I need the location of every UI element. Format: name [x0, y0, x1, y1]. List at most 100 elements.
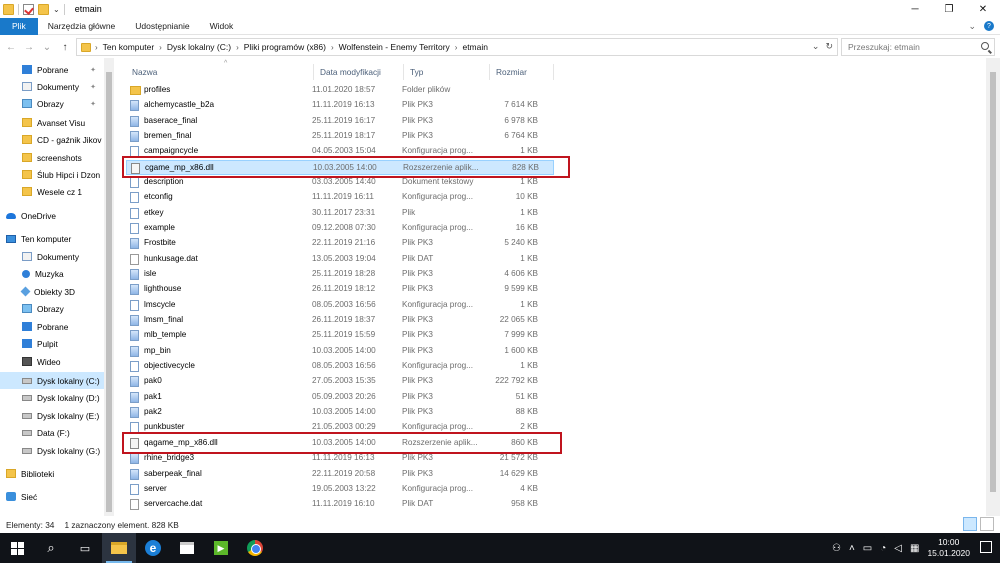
minimize-button[interactable]: ─ [898, 0, 932, 18]
sidebar-item[interactable]: Avanset Visu [0, 114, 104, 131]
sidebar-item[interactable]: Dysk lokalny (G:) [0, 442, 104, 459]
file-row[interactable]: objectivecycle 08.05.2003 16:56 Konfigurac… [126, 359, 554, 374]
sidebar-item[interactable]: Pulpit [0, 335, 104, 352]
forward-button[interactable]: → [22, 42, 36, 53]
file-row[interactable]: Frostbite 22.11.2019 21:16 Plik PK3 5 240 K… [126, 236, 554, 251]
task-view-button[interactable]: ▭ [68, 533, 102, 563]
sidebar-item[interactable]: Obrazy [0, 300, 104, 317]
sidebar-item[interactable]: Dokumenty [0, 248, 104, 265]
file-size: 88 KB [515, 407, 538, 417]
column-header-date[interactable]: Data modyfikacji [314, 64, 404, 80]
file-row[interactable]: pak1 05.09.2003 20:26 Plik PK3 51 KB [126, 390, 554, 405]
tab-home[interactable]: Narzędzia główne [38, 18, 126, 35]
chrome-taskbar-button[interactable] [238, 533, 272, 563]
file-row[interactable]: lighthouse 26.11.2019 18:12 Plik PK3 9 599 … [126, 282, 554, 297]
show-hidden-icons-button[interactable]: ˄ [849, 543, 855, 554]
clock[interactable]: 10:00 15.01.2020 [927, 537, 970, 559]
tab-file[interactable]: Plik [0, 17, 38, 35]
sidebar-item[interactable]: Pobrane ✦ [0, 61, 104, 78]
tab-view[interactable]: Widok [200, 18, 244, 35]
file-row[interactable]: pak0 27.05.2003 15:35 Plik PK3 222 792 KB [126, 374, 554, 389]
column-header-size[interactable]: Rozmiar [490, 64, 554, 80]
file-row[interactable]: lmsm_final 26.11.2019 18:37 Plik PK3 22 065… [126, 313, 554, 328]
sidebar-item[interactable]: Obrazy ✦ [0, 95, 104, 112]
tab-share[interactable]: Udostępnianie [125, 18, 199, 35]
battery-icon[interactable]: ▭ [863, 543, 872, 554]
sidebar-item[interactable]: Data (F:) [0, 424, 104, 441]
sidebar-item[interactable]: Wideo [0, 353, 104, 370]
file-row[interactable]: isle 25.11.2019 18:28 Plik PK3 4 606 KB [126, 267, 554, 282]
maximize-button[interactable]: ❐ [932, 0, 966, 18]
scrollbar-thumb[interactable] [990, 72, 996, 492]
file-row[interactable]: saberpeak_final 22.11.2019 20:58 Plik PK3 1… [126, 467, 554, 482]
file-row[interactable]: server 19.05.2003 13:22 Konfiguracja prog.… [126, 482, 554, 497]
customize-toolbar-button[interactable]: ⌄ [53, 5, 60, 14]
breadcrumb-etmain[interactable]: etmain [462, 42, 488, 52]
back-button[interactable]: ← [4, 42, 18, 53]
file-row[interactable]: bremen_final 25.11.2019 18:17 Plik PK3 6 76… [126, 129, 554, 144]
column-header-type[interactable]: Typ [404, 64, 490, 80]
start-button[interactable] [0, 533, 34, 563]
search-taskbar-button[interactable]: ⌕ [34, 533, 68, 563]
file-name: saberpeak_final [144, 468, 202, 478]
sidebar-item[interactable]: Pobrane [0, 318, 104, 335]
notification-center-icon[interactable] [980, 541, 992, 553]
sidebar-item[interactable]: Biblioteki [0, 465, 104, 482]
file-row[interactable]: mp_bin 10.03.2005 14:00 Plik PK3 1 600 KB [126, 344, 554, 359]
file-row[interactable]: profiles 11.01.2020 18:57 Folder plików [126, 83, 554, 98]
input-indicator-icon[interactable]: ▦ [910, 543, 919, 554]
new-folder-icon[interactable] [38, 3, 49, 15]
sidebar-item[interactable]: Ślub Hipci i Dzon [0, 166, 104, 183]
properties-icon[interactable] [23, 3, 34, 15]
sidebar-item[interactable]: Ten komputer [0, 230, 104, 247]
file-row[interactable]: etconfig 11.11.2019 16:11 Konfiguracja pro… [126, 190, 554, 205]
sidebar-item[interactable]: Dysk lokalny (E:) [0, 407, 104, 424]
file-row[interactable]: hunkusage.dat 13.05.2003 19:04 Plik DAT 1 K… [126, 252, 554, 267]
sidebar-item[interactable]: Wesele cz 1 [0, 183, 104, 200]
help-icon[interactable]: ? [984, 21, 994, 31]
file-row[interactable]: example 09.12.2008 07:30 Konfiguracja prog… [126, 221, 554, 236]
up-button[interactable]: ↑ [58, 42, 72, 53]
file-row[interactable]: servercache.dat 11.11.2019 16:10 Plik DAT 9… [126, 497, 554, 512]
file-row[interactable]: etkey 30.11.2017 23:31 Plik 1 KB [126, 206, 554, 221]
search-input[interactable]: Przeszukaj: etmain [841, 38, 995, 56]
breadcrumb-wolfenstein[interactable]: Wolfenstein - Enemy Territory [339, 42, 450, 52]
file-row[interactable]: pak2 10.03.2005 14:00 Plik PK3 88 KB [126, 405, 554, 420]
sidebar-item[interactable]: Sieć [0, 488, 104, 505]
store-taskbar-button[interactable] [170, 533, 204, 563]
sidebar-item[interactable]: Dysk lokalny (C:) [0, 372, 104, 389]
refresh-icon[interactable]: ↻ [825, 41, 833, 52]
sidebar-item[interactable]: Obiekty 3D [0, 283, 104, 300]
media-player-taskbar-button[interactable]: ▶ [204, 533, 238, 563]
file-row[interactable]: lmscycle 08.05.2003 16:56 Konfiguracja pro… [126, 298, 554, 313]
expand-ribbon-button[interactable]: ⌄ [968, 21, 976, 32]
network-icon[interactable]: ◔ [880, 543, 886, 554]
details-view-button[interactable] [963, 517, 977, 531]
address-bar[interactable]: › Ten komputer › Dysk lokalny (C:) › Pli… [76, 38, 838, 56]
breadcrumb-this-pc[interactable]: Ten komputer [103, 42, 155, 52]
file-row[interactable]: alchemycastle_b2a 11.11.2019 16:13 Plik PK… [126, 98, 554, 113]
edge-taskbar-button[interactable]: e [136, 533, 170, 563]
breadcrumb-program-files[interactable]: Pliki programów (x86) [244, 42, 326, 52]
file-row[interactable]: mlb_temple 25.11.2019 15:59 Plik PK3 7 999 … [126, 328, 554, 343]
chevron-down-icon[interactable]: ⌄ [812, 41, 820, 52]
scrollbar-thumb[interactable] [106, 72, 112, 512]
column-header-name[interactable]: Nazwa ^ [126, 60, 314, 80]
navigation-pane-scrollbar[interactable] [104, 58, 114, 516]
breadcrumb-drive-c[interactable]: Dysk lokalny (C:) [167, 42, 231, 52]
sidebar-item[interactable]: OneDrive [0, 207, 104, 224]
sidebar-item[interactable]: Dokumenty ✦ [0, 78, 104, 95]
recent-locations-button[interactable]: ⌄ [40, 42, 54, 53]
file-row[interactable]: baserace_final 25.11.2019 16:17 Plik PK3 6 … [126, 114, 554, 129]
sidebar-item[interactable]: CD - gaźnik Jikov [0, 131, 104, 148]
sidebar-item[interactable]: Muzyka [0, 265, 104, 282]
close-button[interactable]: ✕ [966, 0, 1000, 18]
sidebar-item[interactable]: Dysk lokalny (D:) [0, 389, 104, 406]
volume-icon[interactable]: ◁ [894, 543, 902, 554]
file-list-scrollbar[interactable] [986, 58, 1000, 516]
people-icon[interactable]: ⚇ [832, 543, 841, 554]
large-icons-view-button[interactable] [980, 517, 994, 531]
sidebar-item[interactable]: screenshots [0, 149, 104, 166]
file-explorer-taskbar-button[interactable] [102, 533, 136, 563]
file-date: 25.11.2019 18:28 [312, 269, 376, 279]
